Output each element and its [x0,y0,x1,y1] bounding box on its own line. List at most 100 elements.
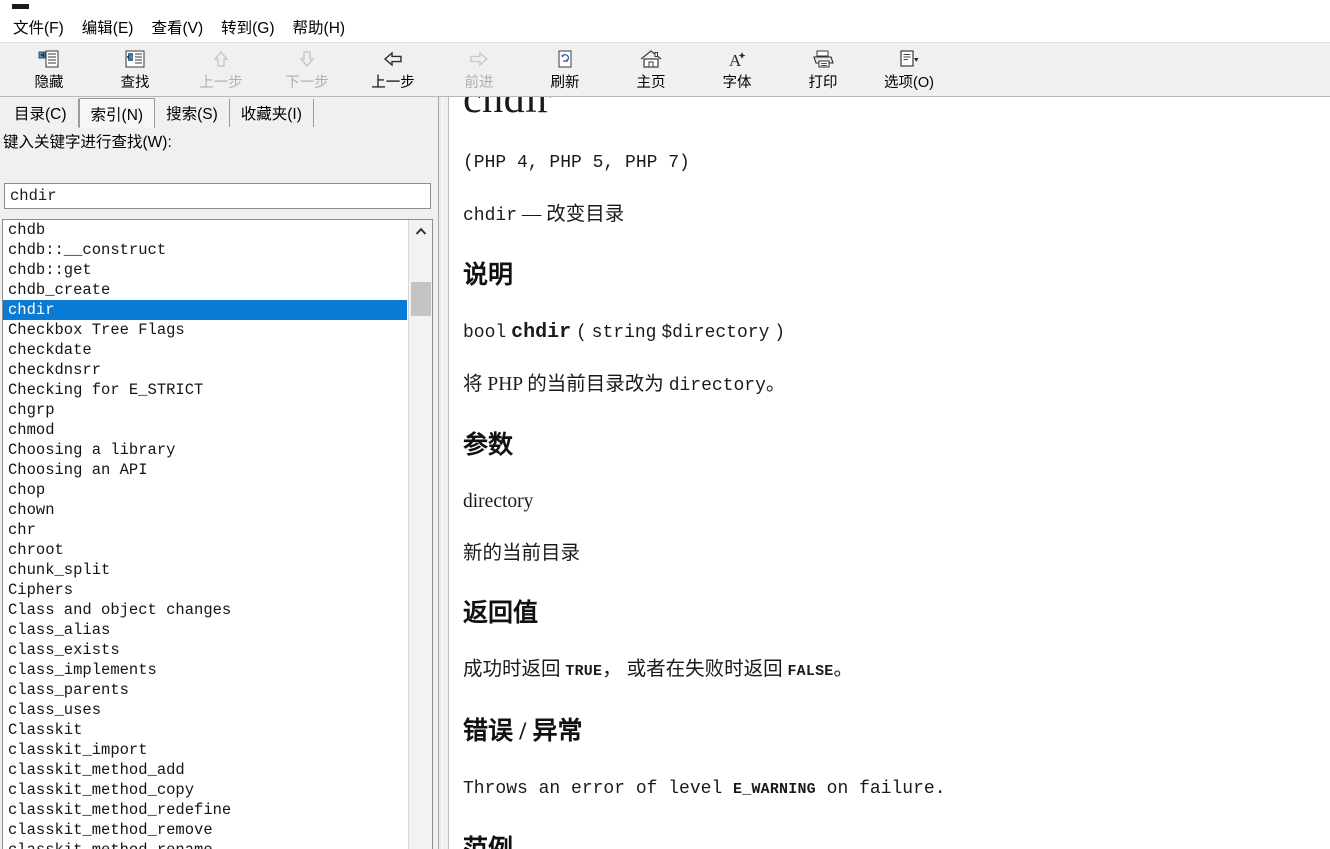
navigation-tabs: 目录(C) 索引(N) 搜索(S) 收藏夹(I) [0,97,435,128]
summary-dash: — [521,204,542,225]
svg-text:A: A [729,51,742,69]
window-icon [12,2,30,14]
toolbar-button-forward: 前进 [436,43,522,95]
menu-item-help[interactable]: 帮助(H) [284,17,355,41]
list-item[interactable]: chdb::get [3,260,408,280]
list-item[interactable]: chunk_split [3,560,408,580]
list-item-selected[interactable]: chdir [3,300,407,320]
toolbar-button-options[interactable]: 选项(O) [866,43,952,95]
locate-icon [120,47,150,71]
list-item[interactable]: classkit_method_copy [3,780,408,800]
signature-paren-open: ( [575,323,587,343]
arrow-left-icon [378,47,408,71]
list-item[interactable]: class_alias [3,620,408,640]
list-item[interactable]: chop [3,480,408,500]
menu-item-file[interactable]: 文件(F) [4,17,73,41]
index-list[interactable]: chdb chdb::__construct chdb::get chdb_cr… [3,220,408,849]
font-icon: A [722,47,752,71]
menu-item-view[interactable]: 查看(V) [142,17,212,41]
list-item[interactable]: classkit_method_rename [3,840,408,849]
list-item[interactable]: chgrp [3,400,408,420]
list-item[interactable]: Checking for E_STRICT [3,380,408,400]
section-heading-parameters: 参数 [463,432,514,459]
hide-panel-icon [34,47,64,71]
toolbar-button-previous: 上一步 [178,43,264,95]
function-signature: bool chdir ( string $directory ) [463,319,1317,346]
home-icon [636,47,666,71]
list-item[interactable]: class_uses [3,700,408,720]
list-item[interactable]: Choosing a library [3,440,408,460]
arrow-down-icon [292,47,322,71]
return-value-false: FALSE [787,663,834,680]
list-item[interactable]: classkit_method_add [3,760,408,780]
list-item[interactable]: checkdate [3,340,408,360]
keyword-input[interactable] [5,184,430,208]
toolbar-button-locate[interactable]: 查找 [92,43,178,95]
page-title: chdir [463,97,552,122]
toolbar-button-back[interactable]: 上一步 [350,43,436,95]
keyword-label: 键入关键字进行查找(W): [3,134,172,151]
help-viewer-window: 文件(F) 编辑(E) 查看(V) 转到(G) 帮助(H) 隐藏 查找 上一步 … [0,0,1330,849]
list-item[interactable]: chmod [3,420,408,440]
tab-contents[interactable]: 目录(C) [3,99,79,127]
list-item[interactable]: Ciphers [3,580,408,600]
list-item[interactable]: Checkbox Tree Flags [3,320,408,340]
toolbar-label-locate: 查找 [120,75,150,91]
list-item[interactable]: class_exists [3,640,408,660]
list-item[interactable]: checkdnsrr [3,360,408,380]
list-item[interactable]: chown [3,500,408,520]
toolbar-label-font: 字体 [722,75,752,91]
section-heading-return: 返回值 [463,600,539,627]
list-item[interactable]: chdb_create [3,280,408,300]
return-value-true: TRUE [565,663,603,680]
list-item[interactable]: chroot [3,540,408,560]
signature-param-name: $directory [661,323,770,343]
toolbar-button-refresh[interactable]: 刷新 [522,43,608,95]
navigation-pane: 目录(C) 索引(N) 搜索(S) 收藏夹(I) 键入关键字进行查找(W): c… [0,97,435,849]
list-item[interactable]: Class and object changes [3,600,408,620]
list-item[interactable]: chdb::__construct [3,240,408,260]
toolbar-button-home[interactable]: 主页 [608,43,694,95]
list-item[interactable]: class_implements [3,660,408,680]
signature-paren-close: ) [774,323,786,343]
tab-search[interactable]: 搜索(S) [155,99,230,127]
list-item[interactable]: Classkit [3,720,408,740]
errors-text: Throws an error of level E_WARNING on fa… [463,775,1317,803]
toolbar-button-next: 下一步 [264,43,350,95]
index-scrollbar-thumb[interactable] [411,282,431,316]
menu-item-edit[interactable]: 编辑(E) [73,17,143,41]
signature-return-type: bool [463,323,507,343]
toolbar-label-previous: 上一步 [199,75,243,91]
list-item[interactable]: classkit_import [3,740,408,760]
toolbar-label-forward: 前进 [464,75,494,91]
index-listbox[interactable]: chdb chdb::__construct chdb::get chdb_cr… [2,219,433,849]
toolbar-button-print[interactable]: 打印 [780,43,866,95]
toolbar-label-refresh: 刷新 [550,75,580,91]
tab-favorites[interactable]: 收藏夹(I) [229,99,314,127]
list-item[interactable]: classkit_method_remove [3,820,408,840]
errors-text-lead: Throws an error of level [463,779,734,799]
description-text-code: directory [668,376,766,396]
toolbar-label-home: 主页 [636,75,666,91]
refresh-icon [550,47,580,71]
keyword-input-wrapper[interactable] [4,183,431,209]
scroll-up-icon[interactable] [409,220,432,244]
tab-index[interactable]: 索引(N) [78,98,156,128]
return-text-tail: 。 [833,659,853,680]
php-versions-text: (PHP 4, PHP 5, PHP 7) [463,153,690,173]
list-item[interactable]: classkit_method_redefine [3,800,408,820]
window-chrome-sliver [0,0,1330,16]
return-text: 成功时返回 TRUE， 或者在失败时返回 FALSE。 [463,657,1317,685]
toolbar-button-font[interactable]: A 字体 [694,43,780,95]
list-item[interactable]: chdb [3,220,408,240]
toolbar-button-hide[interactable]: 隐藏 [6,43,92,95]
list-item[interactable]: Choosing an API [3,460,408,480]
toolbar: 隐藏 查找 上一步 下一步 上一步 前进 刷新 主页 A 字体 打印 选项(O) [0,42,1330,97]
errors-text-tail: on failure. [815,779,946,799]
menu-item-goto[interactable]: 转到(G) [212,17,283,41]
pane-splitter[interactable] [435,97,448,849]
list-item[interactable]: chr [3,520,408,540]
section-heading-description: 说明 [463,262,514,289]
index-scrollbar[interactable] [408,220,432,849]
list-item[interactable]: class_parents [3,680,408,700]
